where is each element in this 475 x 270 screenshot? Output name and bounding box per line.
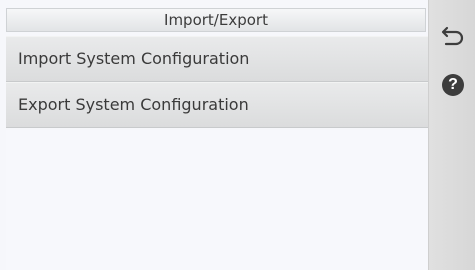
import-system-configuration-item[interactable]: Import System Configuration	[6, 36, 428, 82]
empty-content-area	[6, 130, 428, 270]
page-title: Import/Export	[6, 8, 426, 32]
help-button[interactable]: ?	[440, 72, 466, 98]
help-icon: ?	[442, 74, 464, 96]
main-panel: Import/Export Import System Configuratio…	[0, 0, 428, 270]
side-bar: ?	[428, 0, 475, 270]
back-arrow-icon	[441, 26, 464, 46]
menu-list: Import System Configuration Export Syste…	[6, 36, 428, 128]
back-button[interactable]	[440, 22, 466, 48]
export-system-configuration-item[interactable]: Export System Configuration	[6, 82, 428, 128]
